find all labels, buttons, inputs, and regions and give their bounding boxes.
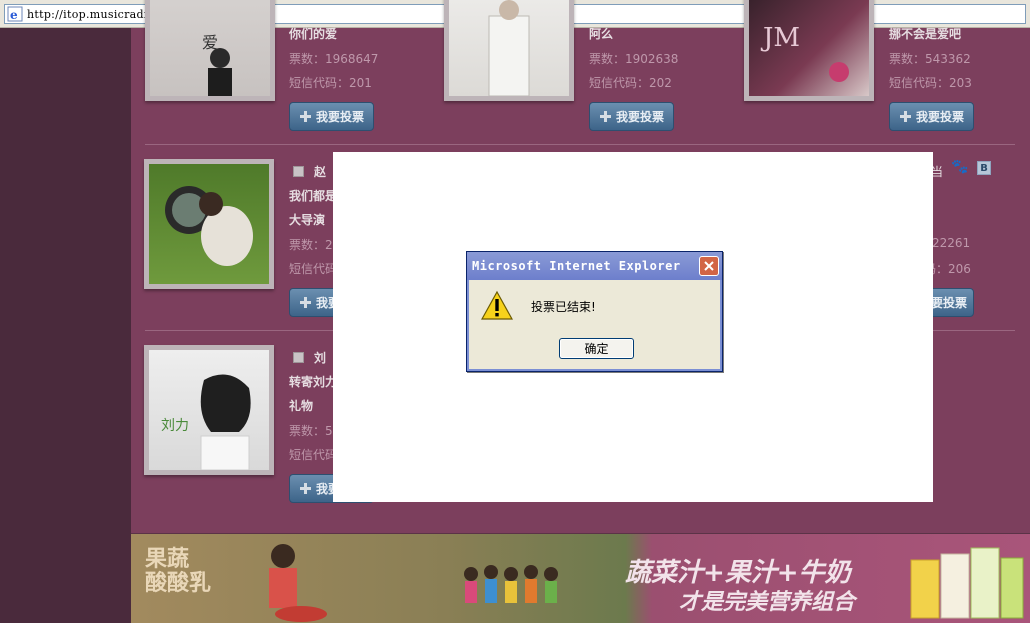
song-title-3: 挪不会是爱吧: [889, 27, 962, 41]
vote-button-2[interactable]: 我要投票: [589, 102, 674, 131]
banner-people-illustration: [269, 544, 558, 622]
vote-count-1: 票数：1968647: [289, 52, 379, 66]
song-title-1: 你们的爱: [289, 27, 338, 41]
vote-count-7: 票数：5: [289, 424, 333, 438]
select-checkbox-4[interactable]: [293, 166, 304, 177]
row-divider: [145, 144, 1015, 145]
dialog-titlebar[interactable]: Microsoft Internet Explorer: [467, 252, 722, 280]
banner-product-boxes: [910, 547, 1024, 619]
svg-text:爱: 爱: [202, 33, 218, 52]
vote-button-3[interactable]: 我要投票: [889, 102, 974, 131]
album-thumb-2[interactable]: [444, 0, 574, 101]
album-thumb-4[interactable]: [144, 159, 274, 289]
plus-icon: [299, 296, 312, 309]
ok-button-label: 确定: [584, 342, 609, 356]
alert-dialog: Microsoft Internet Explorer 投票已结束! 确定: [466, 251, 723, 372]
album-art-1: 爱: [202, 33, 232, 96]
select-checkbox-7[interactable]: [293, 352, 304, 363]
vote-count-6-tail: 22261: [932, 236, 971, 250]
plus-icon: [299, 482, 312, 495]
dialog-close-button[interactable]: [699, 256, 719, 276]
vote-count-3: 票数：543362: [889, 52, 971, 66]
vote-button-label: 我要投票: [615, 110, 664, 124]
close-icon: [704, 261, 714, 271]
sms-code-3: 短信代码：203: [889, 76, 972, 90]
left-margin: [0, 28, 131, 623]
dialog-title: Microsoft Internet Explorer: [472, 259, 681, 273]
song-title-7-line1: 转寄刘力: [289, 375, 338, 389]
sms-code-4: 短信代码: [289, 262, 338, 276]
vote-count-2: 票数：1902638: [589, 52, 679, 66]
sms-code-2: 短信代码：202: [589, 76, 672, 90]
svg-text:JM: JM: [760, 23, 800, 53]
artist-row-7: 刘: [293, 349, 326, 366]
banner-slogan-line2: 才是完美营养组合: [679, 590, 856, 615]
svg-text:e: e: [10, 8, 18, 22]
sms-code-1: 短信代码：201: [289, 76, 372, 90]
vote-button-label: 我要投票: [315, 110, 364, 124]
vote-count-4: 票数：2: [289, 238, 333, 252]
album-thumb-7[interactable]: 刘力: [144, 345, 274, 475]
album-thumb-1[interactable]: 爱: [145, 0, 275, 101]
dialog-body: 投票已结束! 确定: [467, 280, 722, 371]
dialog-message: 投票已结束!: [531, 300, 596, 314]
b-badge-icon[interactable]: B: [977, 161, 991, 175]
ie-page-icon: e: [7, 6, 23, 22]
song-title-7-line2: 礼物: [289, 399, 314, 413]
album-thumb-3[interactable]: JM: [744, 0, 874, 101]
banner-brand-line1: 果蔬: [145, 547, 190, 572]
vote-button-label: 要投票: [930, 296, 967, 310]
vote-button-6[interactable]: 要投票: [930, 288, 974, 317]
ok-button[interactable]: 确定: [559, 338, 634, 359]
album-art-3: JM: [760, 23, 849, 82]
plus-icon: [599, 110, 612, 123]
album-art-2: [488, 0, 530, 96]
ad-banner[interactable]: 果蔬 酸酸乳 蔬菜汁+果汁+牛奶 才是完美营养组合: [131, 534, 1030, 623]
vote-button-1[interactable]: 我要投票: [289, 102, 374, 131]
paw-icon[interactable]: 🐾: [951, 159, 968, 175]
plus-icon: [899, 110, 912, 123]
plus-icon: [299, 110, 312, 123]
artist-name-4: 赵: [314, 165, 327, 179]
sms-code-7: 短信代码: [289, 448, 338, 462]
song-title-4-line1: 我们都是: [289, 189, 338, 203]
banner-brand-line2: 酸酸乳: [145, 571, 212, 596]
warning-icon: [481, 290, 513, 320]
svg-text:刘力: 刘力: [161, 418, 189, 434]
album-art-7: 刘力: [161, 374, 251, 470]
album-art-4: [165, 186, 253, 266]
song-title-2: 阿么: [589, 27, 614, 41]
artist-name-7: 刘: [314, 351, 327, 365]
artist-row-4: 赵: [293, 163, 326, 180]
song-title-4-line2: 大导演: [289, 213, 326, 227]
vote-button-label: 我要投票: [915, 110, 964, 124]
banner-brand: 果蔬 酸酸乳: [145, 548, 211, 596]
